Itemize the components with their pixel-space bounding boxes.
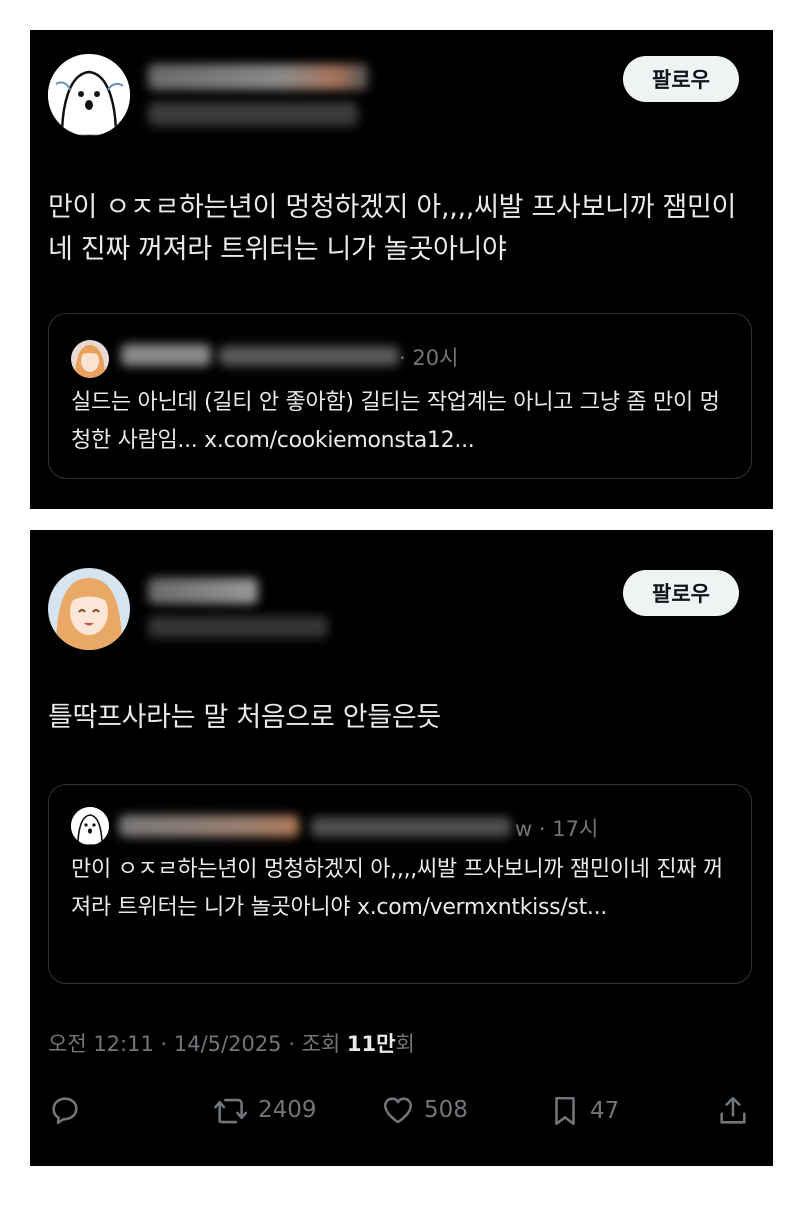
tweet-meta: 오전 12:11 · 14/5/2025 · 조회 11만회 [48, 1028, 415, 1058]
ghost-icon [48, 54, 130, 136]
tweet-panel-1: 팔로우 만이 ㅇㅈㄹ하는년이 멍청하겠지 아,,,,씨발 프사보니까 잼민이네 … [30, 30, 773, 509]
tweet-text: 만이 ㅇㅈㄹ하는년이 멍청하겠지 아,,,,씨발 프사보니까 잼민이네 진짜 꺼… [48, 192, 737, 265]
blurred-display-name [148, 578, 258, 604]
like-count: 508 [424, 1097, 468, 1123]
timestamp-date[interactable]: 오전 12:11 · 14/5/2025 · 조회 [48, 1032, 347, 1056]
quoted-tweet-card[interactable]: · 20시 실드는 아닌데 (길티 안 좋아함) 길티는 작업계는 아니고 그냥… [48, 313, 752, 479]
blurred-display-name [148, 64, 368, 90]
quoted-avatar [71, 807, 109, 845]
like-button[interactable]: 508 [380, 1093, 468, 1127]
bookmark-icon [555, 1096, 575, 1126]
reply-button[interactable] [48, 1093, 82, 1127]
quoted-text: 만이 ㅇㅈㄹ하는년이 멍청하겠지 아,,,,씨발 프사보니까 잼민이네 진짜 꺼… [71, 857, 723, 920]
ghost-icon [71, 807, 109, 845]
share-button[interactable] [716, 1093, 750, 1129]
follow-button[interactable]: 팔로우 [623, 56, 739, 102]
bookmark-button[interactable]: 47 [548, 1093, 619, 1129]
blurred-quoted-name [121, 344, 211, 366]
tweet-text: 틀딱프사라는 말 처음으로 안들은듯 [48, 702, 441, 733]
view-suffix: 회 [395, 1032, 415, 1056]
retweet-count: 2409 [258, 1097, 317, 1123]
blurred-handle [148, 616, 328, 638]
retweet-button[interactable]: 2409 [212, 1093, 317, 1127]
quoted-timestamp[interactable]: · 20시 [399, 342, 458, 372]
bookmark-count: 47 [590, 1098, 620, 1124]
blurred-handle [148, 102, 358, 126]
ghost-avatar[interactable] [48, 54, 130, 136]
heart-icon [383, 1097, 413, 1124]
action-bar: 2409 508 47 [48, 1093, 752, 1137]
tweet-panel-2: 팔로우 틀딱프사라는 말 처음으로 안들은듯 w · 17시 만이 ㅇㅈㄹ하는년… [30, 530, 773, 1166]
view-count: 11만 [346, 1032, 396, 1056]
anime-girl-avatar[interactable] [48, 568, 130, 650]
quoted-tweet-card[interactable]: w · 17시 만이 ㅇㅈㄹ하는년이 멍청하겠지 아,,,,씨발 프사보니까 잼… [48, 784, 752, 984]
reply-icon [52, 1097, 78, 1125]
anime-girl-icon [48, 568, 130, 650]
quoted-text: 실드는 아닌데 (길티 안 좋아함) 길티는 작업계는 아니고 그냥 좀 만이 … [71, 390, 720, 453]
share-icon [720, 1096, 746, 1124]
quoted-avatar [71, 340, 109, 378]
blurred-quoted-name [119, 815, 299, 837]
retweet-icon [214, 1098, 248, 1124]
blurred-quoted-handle [219, 346, 399, 366]
blurred-quoted-handle [311, 817, 511, 837]
anime-girl-avatar-icon [71, 340, 109, 378]
quoted-timestamp[interactable]: w · 17시 [515, 813, 598, 843]
follow-button[interactable]: 팔로우 [623, 570, 739, 616]
